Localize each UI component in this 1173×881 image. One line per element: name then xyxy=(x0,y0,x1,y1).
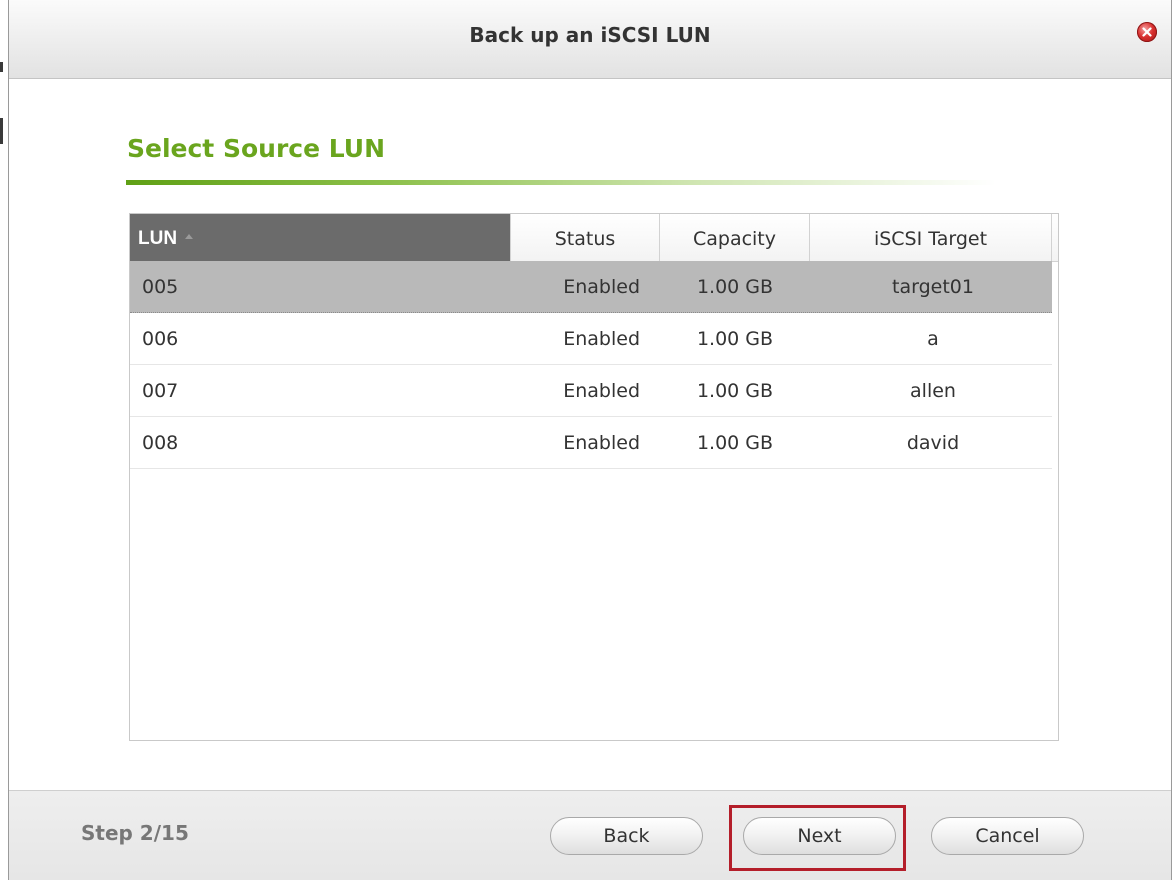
section-title: Select Source LUN xyxy=(127,134,386,163)
column-header-status[interactable]: Status xyxy=(511,214,660,261)
cell-iscsi-target: david xyxy=(906,432,960,454)
cell-capacity: 1.00 GB xyxy=(696,432,774,454)
grid-header: LUN Status Capacity iSCSI Target xyxy=(130,214,1058,262)
cell-lun: 006 xyxy=(142,328,179,350)
cell-status: Enabled xyxy=(563,380,640,402)
column-header-iscsi-target[interactable]: iSCSI Target xyxy=(810,214,1052,261)
cell-iscsi-target: target01 xyxy=(892,276,974,298)
cell-capacity: 1.00 GB xyxy=(696,328,774,350)
sort-ascending-icon xyxy=(185,234,194,240)
cell-status: Enabled xyxy=(563,328,640,350)
column-header-capacity[interactable]: Capacity xyxy=(660,214,810,261)
cell-lun: 008 xyxy=(142,432,179,454)
table-row[interactable]: 005 Enabled 1.00 GB target01 xyxy=(130,261,1052,313)
window-edge-mark xyxy=(0,118,3,144)
back-button[interactable]: Back xyxy=(550,817,703,855)
cell-status: Enabled xyxy=(563,276,640,298)
cancel-button[interactable]: Cancel xyxy=(931,817,1084,855)
dialog-window: Back up an iSCSI LUN Select Source LUN L… xyxy=(8,0,1172,880)
table-row[interactable]: 007 Enabled 1.00 GB allen xyxy=(130,365,1052,417)
table-row[interactable]: 006 Enabled 1.00 GB a xyxy=(130,313,1052,365)
dialog-title: Back up an iSCSI LUN xyxy=(469,23,711,47)
dialog-titlebar[interactable]: Back up an iSCSI LUN xyxy=(9,0,1171,79)
cell-iscsi-target: a xyxy=(927,328,939,350)
cell-lun: 005 xyxy=(142,276,179,298)
cell-status: Enabled xyxy=(563,432,640,454)
column-header-label: LUN xyxy=(138,228,178,249)
table-row[interactable]: 008 Enabled 1.00 GB david xyxy=(130,417,1052,469)
column-header-lun[interactable]: LUN xyxy=(130,214,511,261)
next-button[interactable]: Next xyxy=(743,817,896,855)
cell-capacity: 1.00 GB xyxy=(696,380,774,402)
cell-iscsi-target: allen xyxy=(910,380,956,402)
cell-capacity: 1.00 GB xyxy=(696,276,774,298)
window-edge-mark xyxy=(0,62,3,72)
cell-lun: 007 xyxy=(142,380,179,402)
step-indicator: Step 2/15 xyxy=(81,821,189,845)
dialog-footer: Step 2/15 Back Next Cancel xyxy=(9,790,1171,880)
lun-grid[interactable]: LUN Status Capacity iSCSI Target 005 Ena… xyxy=(129,213,1059,741)
close-icon xyxy=(1142,27,1152,37)
section-divider xyxy=(126,180,996,185)
close-button[interactable] xyxy=(1137,22,1157,42)
